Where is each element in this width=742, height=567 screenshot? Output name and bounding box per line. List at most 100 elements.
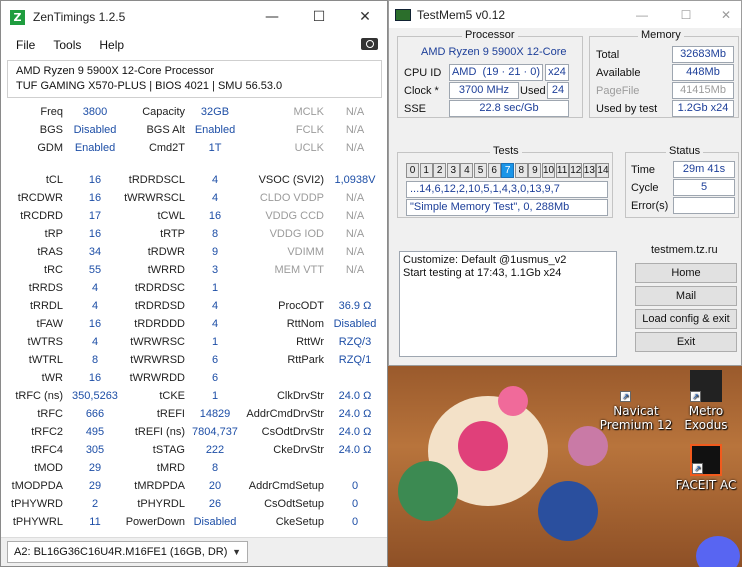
- maximize-button[interactable]: ☐: [296, 1, 342, 33]
- timing-value: 0: [351, 480, 359, 492]
- errors-label: Error(s): [631, 200, 669, 212]
- timing-label: tMOD: [34, 462, 63, 474]
- timing-value: 16: [88, 372, 102, 384]
- timing-value: 24.0 Ω: [338, 408, 372, 420]
- pagefile-field: 41415Mb: [672, 82, 734, 99]
- memory-group-title: Memory: [638, 29, 684, 41]
- metro-exodus-desktop-icon[interactable]: ↗ Metro Exodus: [671, 370, 741, 432]
- timing-label: Cmd2T: [148, 142, 185, 154]
- timing-label: GDM: [37, 142, 63, 154]
- timing-row: BGS Disabled BGS Alt Enabled FCLK N/A: [1, 122, 389, 140]
- log-output[interactable]: Customize: Default @1usmus_v2 Start test…: [399, 251, 617, 357]
- timing-label: Freq: [40, 106, 63, 118]
- timing-label: tMRDPDA: [134, 480, 185, 492]
- board-info: TUF GAMING X570-PLUS | BIOS 4021 | SMU 5…: [16, 80, 283, 92]
- timing-value: 0: [351, 498, 359, 510]
- desktop-background: ↗ Navicat Premium 12 ↗ Metro Exodus ↗ FA…: [388, 366, 742, 567]
- close-button[interactable]: ✕: [711, 1, 741, 28]
- timing-value: N/A: [345, 124, 365, 136]
- desktop-icon-label: FACEIT AC: [675, 478, 737, 492]
- desktop-icon-label: Metro Exodus: [684, 404, 728, 432]
- timing-label: tWRWRDD: [129, 372, 185, 384]
- timing-label: AddrCmdDrvStr: [246, 408, 324, 420]
- timing-value: 6: [211, 354, 219, 366]
- timing-label: tWR: [41, 372, 63, 384]
- timing-value: 17: [88, 210, 102, 222]
- timing-row: tRCDRD 17 tCWL 16 VDDG CCD N/A: [1, 208, 389, 226]
- timing-label: RttPark: [287, 354, 324, 366]
- screenshot-camera-icon[interactable]: [361, 38, 378, 50]
- faceit-desktop-icon[interactable]: ↗ FACEIT AC: [671, 444, 741, 492]
- test-sequence-field: ...14,6,12,2,10,5,1,4,3,0,13,9,7: [406, 181, 608, 198]
- timing-value: N/A: [345, 210, 365, 222]
- test-box: 11: [555, 163, 569, 178]
- timing-value: RZQ/3: [338, 336, 372, 348]
- timing-row: tFAW 16 tRDRDDD 4 RttNom Disabled: [1, 316, 389, 334]
- navicat-desktop-icon[interactable]: ↗ Navicat Premium 12: [594, 370, 678, 432]
- home-button[interactable]: Home: [635, 263, 737, 283]
- menu-tools[interactable]: Tools: [44, 38, 90, 52]
- errors-field: [673, 197, 735, 214]
- timing-value: 8: [91, 354, 99, 366]
- minimize-button[interactable]: —: [249, 1, 295, 33]
- timing-label: BGS Alt: [146, 124, 185, 136]
- menu-file[interactable]: File: [7, 38, 44, 52]
- timing-row: tRCDWR 16 tWRWRSCL 4 CLDO VDDP N/A: [1, 190, 389, 208]
- timing-value: 32GB: [200, 106, 230, 118]
- minimize-button[interactable]: —: [627, 1, 657, 28]
- timing-value: 3: [211, 264, 219, 276]
- timing-label: ClkDrvStr: [276, 390, 324, 402]
- timing-value: 16: [208, 210, 222, 222]
- shortcut-arrow-icon: ↗: [692, 463, 703, 474]
- timing-label: AddrCmdSetup: [248, 480, 324, 492]
- mail-button[interactable]: Mail: [635, 286, 737, 306]
- dimm-select-value: A2: BL16G36C16U4R.M16FE1 (16GB, DR): [14, 546, 228, 558]
- timing-label: tRCDRD: [20, 210, 63, 222]
- sse-label: SSE: [404, 103, 427, 115]
- timing-value: 0: [351, 516, 359, 528]
- timing-value: 34: [88, 246, 102, 258]
- close-button[interactable]: ✕: [342, 1, 388, 33]
- timing-label: tWTRL: [28, 354, 63, 366]
- timing-row: tRC 55 tWRRD 3 MEM VTT N/A: [1, 262, 389, 280]
- timing-value: 6: [211, 372, 219, 384]
- desktop-icon-label: Navicat Premium 12: [599, 404, 673, 432]
- system-info-panel: AMD Ryzen 9 5900X 12-Core Processor TUF …: [7, 60, 382, 98]
- timing-value: RZQ/1: [338, 354, 372, 366]
- test-box: 5: [474, 163, 487, 178]
- timing-label: tRRDS: [28, 282, 63, 294]
- timing-label: CsOdtDrvStr: [261, 426, 324, 438]
- discord-icon[interactable]: [696, 536, 740, 567]
- faceit-icon: ↗: [690, 444, 722, 476]
- dimm-select[interactable]: A2: BL16G36C16U4R.M16FE1 (16GB, DR) ▼: [7, 541, 248, 563]
- processor-group-title: Processor: [462, 29, 518, 41]
- timing-value: N/A: [345, 228, 365, 240]
- cpuid-label: CPU ID: [404, 67, 442, 79]
- zentimings-app-icon: Z: [10, 9, 25, 25]
- timing-value: 1T: [208, 142, 222, 154]
- timing-value: 1: [211, 282, 219, 294]
- timing-value: 222: [205, 444, 225, 456]
- menu-help[interactable]: Help: [90, 38, 133, 52]
- timing-label: tWRWRSC: [130, 336, 185, 348]
- clock-field: 3700 MHz: [449, 82, 519, 99]
- timing-label: tCKE: [159, 390, 185, 402]
- timing-label: CkeDrvStr: [273, 444, 324, 456]
- timing-value: 495: [85, 426, 105, 438]
- timing-value: 4: [211, 318, 219, 330]
- menu-bar: File Tools Help: [1, 33, 387, 57]
- maximize-button[interactable]: ☐: [671, 1, 701, 28]
- exit-button[interactable]: Exit: [635, 332, 737, 352]
- timing-label: VDDG CCD: [265, 210, 324, 222]
- timing-label: tRC: [44, 264, 63, 276]
- timing-label: CsOdtSetup: [264, 498, 324, 510]
- timing-label: tRRDL: [29, 300, 63, 312]
- test-box: 1: [419, 163, 433, 178]
- load-config-exit-button[interactable]: Load config & exit: [635, 309, 737, 329]
- log-line: Start testing at 17:43, 1.1Gb x24: [403, 267, 562, 279]
- timing-label: tSTAG: [152, 444, 185, 456]
- timing-label: tRP: [44, 228, 63, 240]
- timing-value: 4: [91, 336, 99, 348]
- test-box: 4: [460, 163, 474, 178]
- timing-row: tWR 16 tWRWRDD 6: [1, 370, 389, 388]
